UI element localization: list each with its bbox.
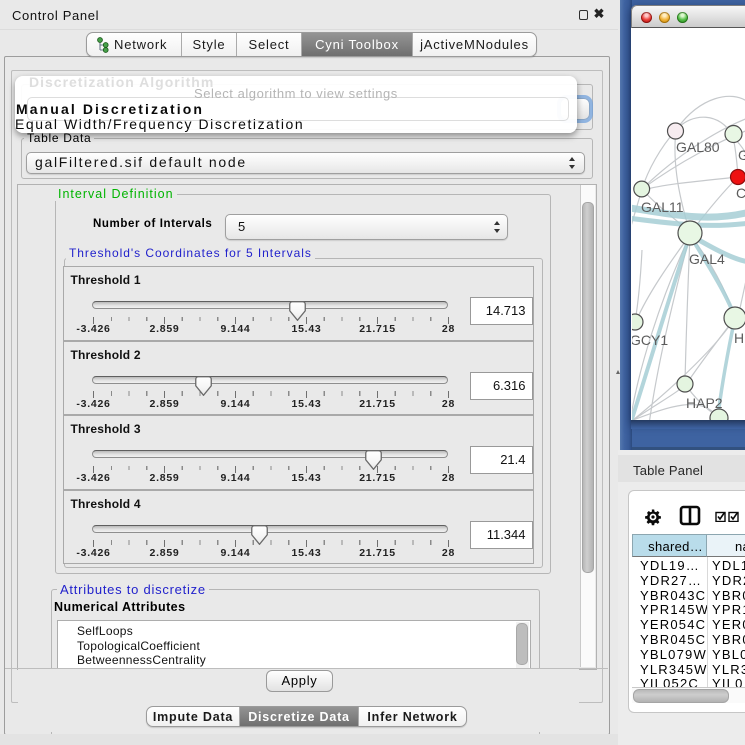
svg-text:GCY1: GCY1 xyxy=(632,332,668,348)
svg-text:H: H xyxy=(734,330,744,346)
svg-text:GAL4: GAL4 xyxy=(689,251,725,267)
svg-text:GAL80: GAL80 xyxy=(676,139,720,155)
svg-text:GAL11: GAL11 xyxy=(641,199,684,215)
svg-text:GA: GA xyxy=(738,147,745,163)
svg-text:C: C xyxy=(736,185,745,201)
svg-text:HAP2: HAP2 xyxy=(686,395,723,411)
